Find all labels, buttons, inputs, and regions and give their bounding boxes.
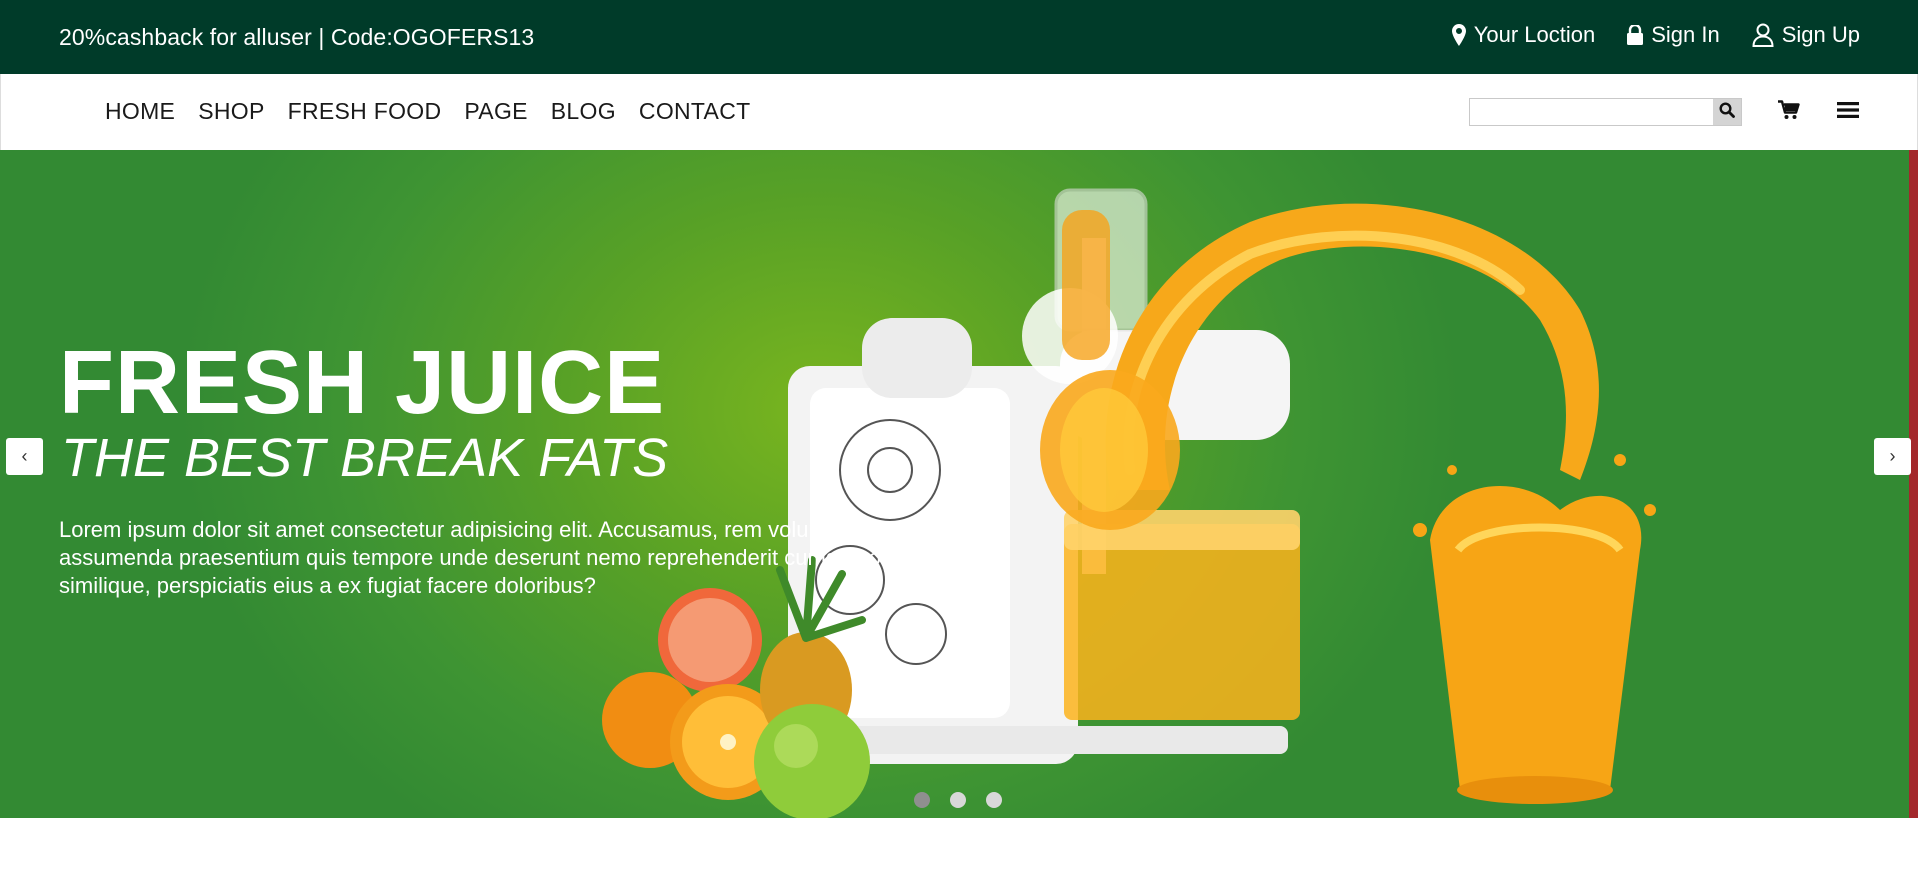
sign-in-label: Sign In xyxy=(1651,22,1720,47)
location-label: Your Loction xyxy=(1473,22,1596,47)
hero-subtitle: THE BEST BREAK FATS xyxy=(61,428,669,488)
slider-dot-2[interactable] xyxy=(950,792,966,808)
menu-toggle-button[interactable] xyxy=(1837,101,1859,124)
hero-edge-bar xyxy=(1909,150,1918,818)
nav-item-contact[interactable]: CONTACT xyxy=(639,98,751,125)
cart-button[interactable] xyxy=(1778,100,1800,125)
nav-item-page[interactable]: PAGE xyxy=(464,98,527,125)
slider-prev-button[interactable]: ‹ xyxy=(6,438,43,475)
nav-item-fresh-food[interactable]: FRESH FOOD xyxy=(288,98,442,125)
slider-dots xyxy=(914,792,1002,808)
juice-glass xyxy=(1413,454,1656,804)
user-icon xyxy=(1752,23,1774,47)
sign-in-link[interactable]: Sign In xyxy=(1627,22,1720,48)
nav-item-home[interactable]: HOME xyxy=(105,98,175,125)
map-pin-icon xyxy=(1451,24,1466,46)
top-bar: 20%cashback for alluser | Code:OGOFERS13… xyxy=(0,0,1918,74)
search-icon xyxy=(1719,101,1735,123)
search-button[interactable] xyxy=(1713,99,1741,125)
location-link[interactable]: Your Loction xyxy=(1451,22,1596,48)
search-input[interactable] xyxy=(1470,99,1713,125)
slider-dot-3[interactable] xyxy=(986,792,1002,808)
slider-next-button[interactable]: › xyxy=(1874,438,1911,475)
hero-slider: FRESH JUICE THE BEST BREAK FATS Lorem ip… xyxy=(0,150,1918,818)
account-links: Your Loction Sign In Sign Up xyxy=(1451,22,1860,48)
search-box xyxy=(1469,98,1742,126)
cart-icon xyxy=(1778,100,1800,124)
chevron-right-icon: › xyxy=(1889,446,1896,466)
chevron-left-icon: ‹ xyxy=(21,446,28,466)
sign-up-link[interactable]: Sign Up xyxy=(1752,22,1860,48)
lock-icon xyxy=(1627,25,1644,45)
slider-dot-1[interactable] xyxy=(914,792,930,808)
hero-description: Lorem ipsum dolor sit amet consectetur a… xyxy=(59,517,926,598)
hero-title: FRESH JUICE xyxy=(59,333,666,433)
nav-item-blog[interactable]: BLOG xyxy=(551,98,616,125)
promo-text: 20%cashback for alluser | Code:OGOFERS13 xyxy=(59,24,535,50)
sign-up-label: Sign Up xyxy=(1781,22,1860,47)
hamburger-icon xyxy=(1837,102,1859,123)
nav-menu: HOME SHOP FRESH FOOD PAGE BLOG CONTACT xyxy=(105,98,750,125)
nav-item-shop[interactable]: SHOP xyxy=(198,98,264,125)
